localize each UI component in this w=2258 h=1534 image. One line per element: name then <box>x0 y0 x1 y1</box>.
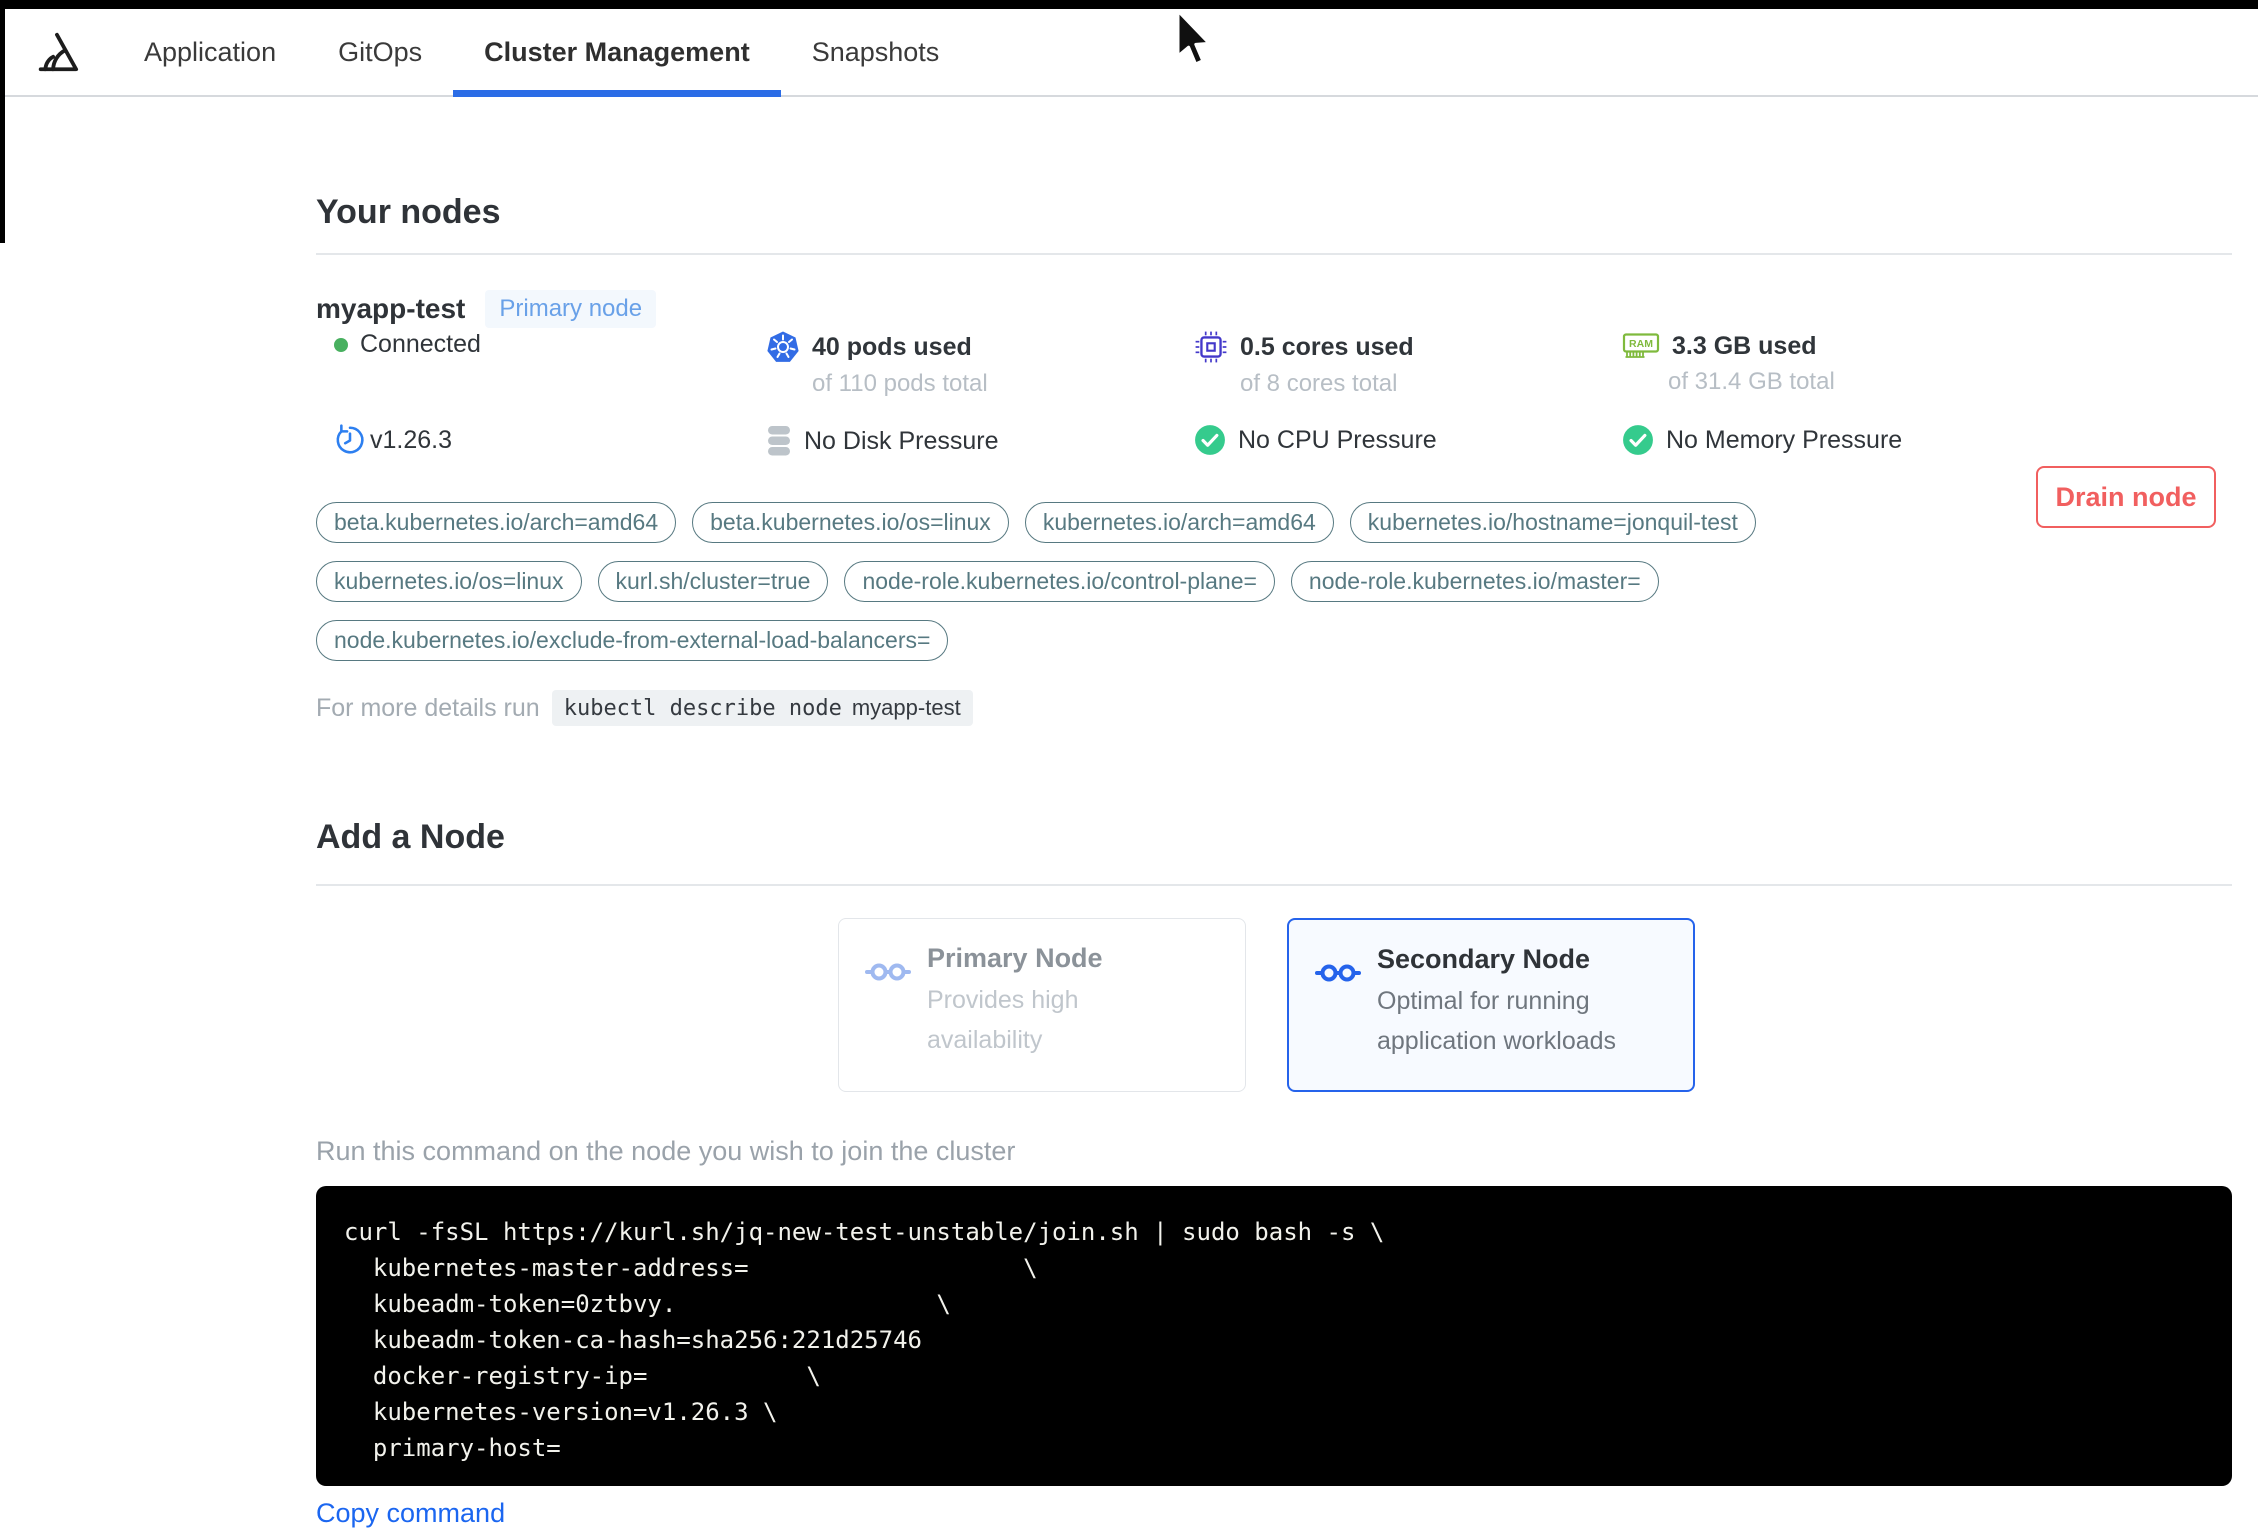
node-label-pill: node-role.kubernetes.io/control-plane= <box>844 561 1275 602</box>
cpu-pressure-cell: No CPU Pressure <box>1194 424 1622 458</box>
command-line: primary-host= <box>344 1434 561 1462</box>
top-nav: Application GitOps Cluster Management Sn… <box>5 9 2258 97</box>
cores-total: of 8 cores total <box>1240 370 1398 397</box>
version-cell: v1.26.3 <box>316 424 766 458</box>
disk-pressure-cell: No Disk Pressure <box>766 424 1194 458</box>
your-nodes-title: Your nodes <box>316 193 501 231</box>
status-dot-icon <box>334 337 348 352</box>
secondary-node-card[interactable]: Secondary Node Optimal for running appli… <box>1287 918 1695 1092</box>
section-divider <box>316 884 2232 886</box>
node-labels: beta.kubernetes.io/arch=amd64 beta.kuber… <box>316 502 1976 661</box>
card-subtitle: Optimal for running application workload… <box>1377 987 1617 1055</box>
pods-total: of 110 pods total <box>812 370 988 397</box>
disk-icon <box>768 426 790 456</box>
cores-used: 0.5 cores used <box>1240 332 1414 361</box>
memory-pressure-cell: No Memory Pressure <box>1622 424 2232 458</box>
cpu-chip-icon <box>1195 331 1227 363</box>
node-label-pill: node.kubernetes.io/exclude-from-external… <box>316 620 949 661</box>
node-label-pill: kubernetes.io/os=linux <box>316 561 582 602</box>
replicated-logo-icon <box>38 32 79 72</box>
kubectl-node-arg: myapp-test <box>851 695 961 720</box>
node-label-pill: kubernetes.io/hostname=jonquil-test <box>1349 502 1756 543</box>
tab-snapshots[interactable]: Snapshots <box>781 9 971 95</box>
nav-tabs: Application GitOps Cluster Management Sn… <box>113 9 971 97</box>
details-hint-line: For more details run kubectl describe no… <box>316 690 973 726</box>
check-circle-icon <box>1195 425 1225 455</box>
drain-node-button[interactable]: Drain node <box>2036 466 2216 528</box>
card-title: Primary Node <box>927 943 1103 973</box>
join-command-block: curl -fsSL https://kurl.sh/jq-new-test-u… <box>316 1186 2232 1486</box>
primary-node-card[interactable]: Primary Node Provides high availability <box>838 918 1246 1092</box>
node-label-pill: node-role.kubernetes.io/master= <box>1290 561 1659 602</box>
pods-cell: 40 pods used of 110 pods total <box>766 330 1194 398</box>
command-line: kubernetes-master-address= \ <box>344 1254 1038 1282</box>
node-card: myapp-test Primary node Connected 40 pod… <box>316 290 2232 726</box>
ram-icon: RAM <box>1622 333 1660 358</box>
nodes-icon <box>1315 964 1361 982</box>
command-line: curl -fsSL https://kurl.sh/jq-new-test-u… <box>344 1218 1385 1246</box>
kubernetes-icon <box>767 331 799 362</box>
check-circle-icon <box>1623 425 1653 455</box>
node-header: myapp-test Primary node <box>316 290 2232 328</box>
node-name: myapp-test <box>316 293 466 324</box>
memory-pressure-text: No Memory Pressure <box>1666 425 1903 454</box>
tab-cluster-management[interactable]: Cluster Management <box>453 9 781 97</box>
memory-total: of 31.4 GB total <box>1668 368 1835 395</box>
node-label-pill: kubernetes.io/arch=amd64 <box>1024 502 1334 543</box>
primary-node-badge: Primary node <box>485 290 657 328</box>
svg-text:RAM: RAM <box>1629 338 1653 350</box>
cpu-cell: 0.5 cores used of 8 cores total <box>1194 330 1622 398</box>
node-status-cell: Connected <box>316 330 766 398</box>
card-text: Primary Node Provides high availability <box>927 943 1167 1067</box>
node-label-pill: beta.kubernetes.io/os=linux <box>692 502 1009 543</box>
join-instruction-text: Run this command on the node you wish to… <box>316 1136 1016 1166</box>
pods-used: 40 pods used <box>812 332 972 361</box>
nodes-icon <box>865 963 911 981</box>
cpu-pressure-text: No CPU Pressure <box>1238 425 1437 454</box>
command-line: docker-registry-ip= \ <box>344 1362 821 1390</box>
node-label-pill: beta.kubernetes.io/arch=amd64 <box>316 502 677 543</box>
tab-gitops[interactable]: GitOps <box>307 9 453 95</box>
window-top-edge <box>0 0 2258 9</box>
card-text: Secondary Node Optimal for running appli… <box>1377 944 1637 1066</box>
node-version: v1.26.3 <box>370 425 453 454</box>
node-status: Connected <box>360 330 481 358</box>
card-title: Secondary Node <box>1377 944 1591 974</box>
node-label-pill: kurl.sh/cluster=true <box>597 561 829 602</box>
node-stats-grid: Connected 40 pods used of 110 pods total… <box>316 330 2232 458</box>
copy-command-link[interactable]: Copy command <box>316 1498 505 1529</box>
disk-pressure-text: No Disk Pressure <box>804 426 999 455</box>
add-node-title: Add a Node <box>316 818 505 856</box>
details-hint-text: For more details run <box>316 693 540 722</box>
memory-used: 3.3 GB used <box>1672 331 1817 360</box>
command-line: kubernetes-version=v1.26.3 \ <box>344 1398 778 1426</box>
section-divider <box>316 253 2232 255</box>
version-icon <box>336 424 364 454</box>
card-subtitle: Provides high availability <box>927 986 1079 1054</box>
kubectl-describe-chip: kubectl describe node myapp-test <box>551 690 973 726</box>
command-line: kubeadm-token-ca-hash=sha256:221d25746 <box>344 1326 922 1354</box>
command-line: kubeadm-token=0ztbvy. \ <box>344 1290 951 1318</box>
tab-application[interactable]: Application <box>113 9 307 95</box>
memory-cell: RAM 3.3 GB used of 31.4 GB total <box>1622 330 2232 398</box>
node-type-cards: Primary Node Provides high availability … <box>838 918 1695 1092</box>
